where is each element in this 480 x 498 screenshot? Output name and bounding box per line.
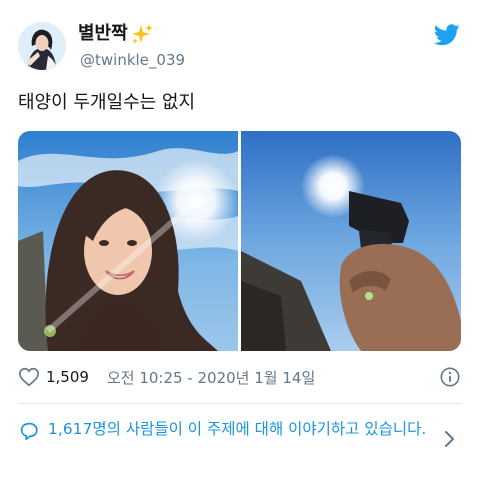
divider — [18, 403, 461, 404]
author-display-name[interactable]: 별반짝 — [78, 22, 128, 46]
tweet-timestamp[interactable]: 오전 10:25 - 2020년 1월 14일 — [107, 367, 315, 388]
media-photo-selfie[interactable] — [18, 131, 238, 351]
tweet-meta-row: 1,509 오전 10:25 - 2020년 1월 14일 — [18, 363, 461, 391]
bottom-padding — [0, 484, 480, 498]
conversation-text[interactable]: 1,617명의 사람들이 이 주제에 대해 이야기하고 있습니다. — [48, 418, 428, 440]
tweet-text: 태양이 두개일수는 없지 — [18, 92, 196, 113]
author-avatar[interactable] — [18, 22, 66, 70]
info-icon[interactable] — [439, 366, 461, 388]
author-name-row[interactable]: 별반짝 — [78, 22, 154, 46]
like-count[interactable]: 1,509 — [46, 368, 89, 386]
author-handle[interactable]: @twinkle_039 — [80, 50, 185, 70]
heart-icon[interactable] — [18, 366, 40, 388]
media-grid — [18, 131, 461, 351]
media-photo-gun[interactable] — [241, 131, 461, 351]
twitter-bird-icon[interactable] — [433, 24, 460, 46]
tweet-card: 별반짝 @twinkle_039 태양이 두개일수는 없지 1,509 오전 1… — [0, 0, 480, 498]
chevron-right-icon[interactable] — [443, 428, 457, 450]
conversation-link[interactable]: 1,617명의 사람들이 이 주제에 대해 이야기하고 있습니다. — [18, 416, 461, 472]
sparkles-icon — [130, 22, 154, 46]
comment-bubble-icon — [18, 420, 40, 442]
